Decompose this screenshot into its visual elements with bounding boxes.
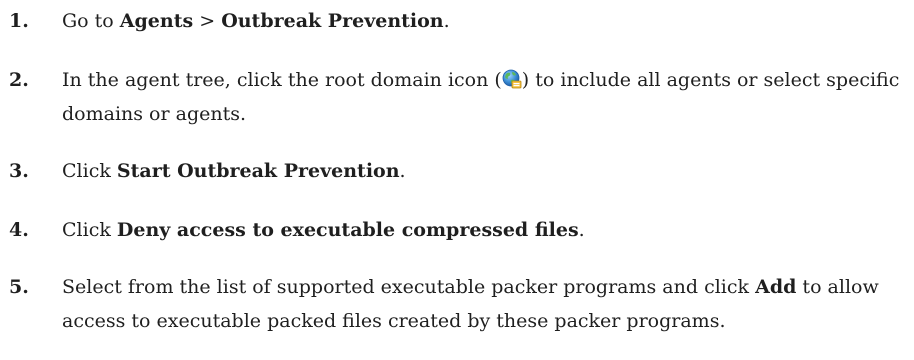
step-text: Click Deny access to executable compress…	[62, 213, 904, 247]
step-number: 3.	[9, 160, 29, 182]
step-text: In the agent tree, click the root domain…	[62, 63, 904, 131]
text-run: Go to	[62, 10, 120, 32]
text-run: Click	[62, 219, 117, 241]
step-number: 5.	[9, 276, 29, 298]
text-run: Click	[62, 160, 117, 182]
step-number: 4.	[9, 219, 29, 241]
menu-path-outbreak-prevention: Outbreak Prevention	[221, 10, 444, 32]
root-domain-globe-icon	[502, 66, 522, 89]
button-name-add: Add	[755, 276, 797, 298]
text-run: In the agent tree, click the root domain…	[62, 69, 502, 91]
text-run: Select from the list of supported execut…	[62, 276, 756, 298]
text-run: >	[193, 10, 222, 32]
step-text: Go to Agents > Outbreak Prevention.	[62, 4, 904, 38]
option-name-deny-access: Deny access to executable compressed fil…	[116, 219, 579, 241]
text-run: .	[578, 219, 585, 241]
step-text: Click Start Outbreak Prevention.	[62, 154, 904, 188]
step-number: 2.	[9, 69, 29, 91]
step-number: 1.	[9, 10, 29, 32]
menu-path-agents: Agents	[119, 10, 194, 32]
text-run: .	[399, 160, 406, 182]
text-run: .	[443, 10, 450, 32]
button-name-start-outbreak-prevention: Start Outbreak Prevention	[116, 160, 400, 182]
step-text: Select from the list of supported execut…	[62, 270, 904, 338]
